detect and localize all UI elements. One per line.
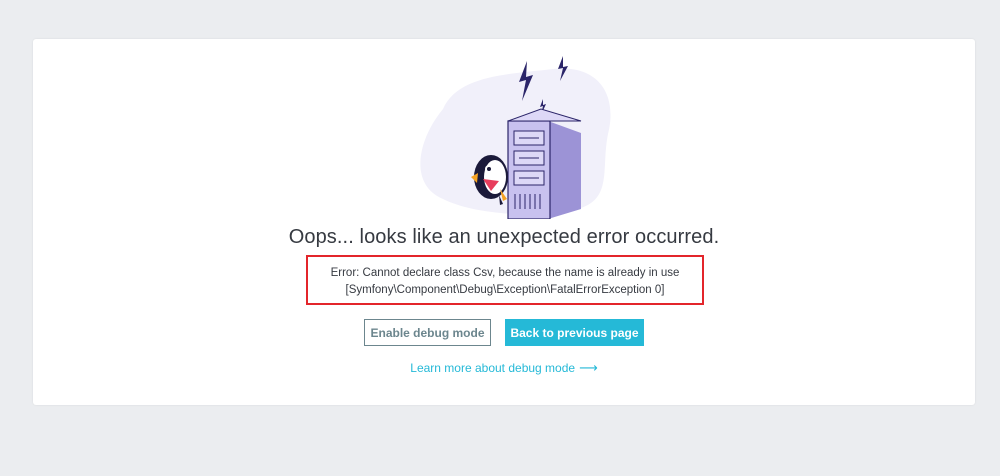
arrow-right-icon: ⟶	[579, 360, 598, 375]
error-message: Error: Cannot declare class Csv, because…	[330, 267, 680, 279]
error-message-box: Error: Cannot declare class Csv, because…	[306, 255, 704, 305]
server-error-illustration	[403, 49, 623, 220]
back-to-previous-page-button[interactable]: Back to previous page	[505, 319, 644, 346]
page-title: Oops... looks like an unexpected error o…	[288, 226, 720, 248]
learn-more-label: Learn more about debug mode	[410, 361, 576, 375]
error-exception: [Symfony\Component\Debug\Exception\Fatal…	[345, 284, 665, 296]
enable-debug-mode-button[interactable]: Enable debug mode	[364, 319, 491, 346]
error-card: Oops... looks like an unexpected error o…	[33, 39, 975, 405]
learn-more-link[interactable]: Learn more about debug mode ⟶	[33, 360, 975, 376]
